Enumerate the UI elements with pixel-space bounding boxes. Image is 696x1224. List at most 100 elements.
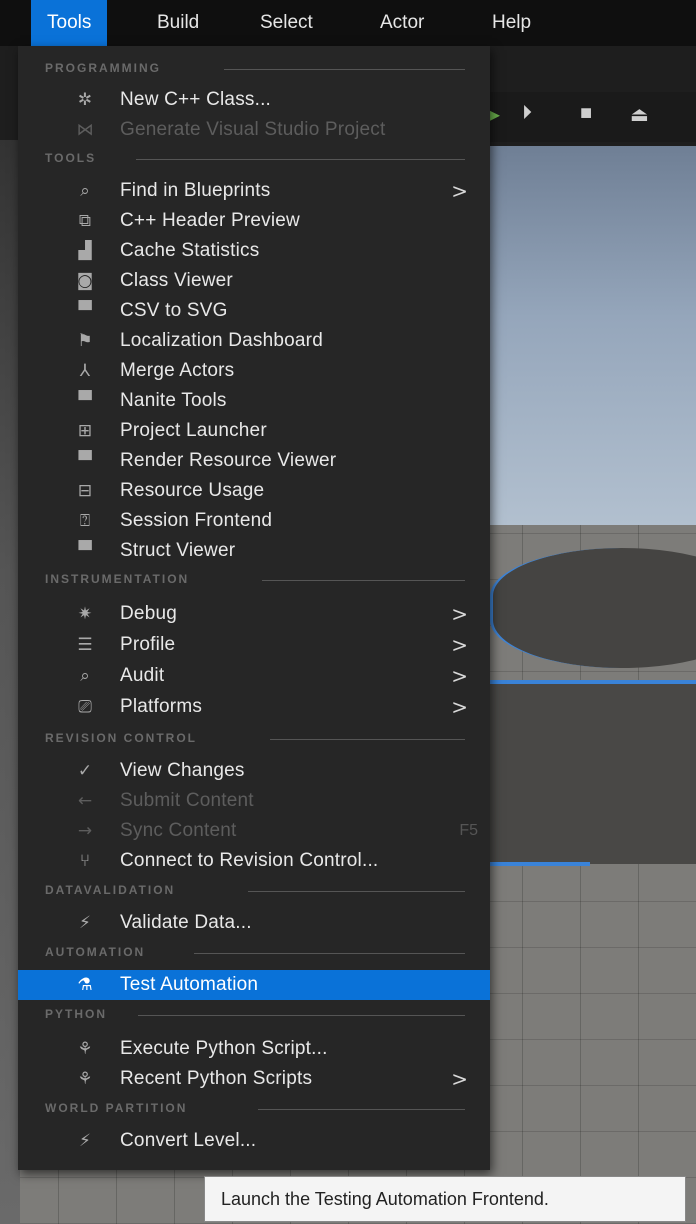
section-divider bbox=[258, 1109, 465, 1110]
menu-item-convert-level[interactable]: ⚡ Convert Level... bbox=[18, 1126, 490, 1156]
python-icon: ⚘ bbox=[77, 1039, 93, 1059]
menu-item-label: Merge Actors bbox=[120, 360, 235, 381]
menu-item-struct-viewer[interactable]: ▀ Struct Viewer bbox=[18, 536, 490, 566]
submenu-arrow-icon: > bbox=[451, 1067, 468, 1091]
menu-item-label: Project Launcher bbox=[120, 420, 267, 441]
menu-item-label: Struct Viewer bbox=[120, 540, 236, 561]
section-instrumentation: INSTRUMENTATION bbox=[18, 567, 490, 593]
menu-item-label: C++ Header Preview bbox=[120, 210, 300, 231]
menu-item-label: Profile bbox=[120, 634, 176, 655]
platforms-icon: ⎚ bbox=[78, 697, 92, 717]
submenu-arrow-icon: > bbox=[451, 602, 468, 626]
arrow-left-icon: ← bbox=[77, 791, 93, 811]
menu-item-csv-to-svg[interactable]: ▀ CSV to SVG bbox=[18, 296, 490, 326]
section-divider bbox=[224, 69, 465, 70]
menu-item-cache-statistics[interactable]: ▟ Cache Statistics bbox=[18, 236, 490, 266]
menu-item-execute-python-script[interactable]: ⚘ Execute Python Script... bbox=[18, 1034, 490, 1064]
bar-chart-icon: ▟ bbox=[78, 241, 92, 261]
menu-item-project-launcher[interactable]: ⊞ Project Launcher bbox=[18, 416, 490, 446]
submenu-arrow-icon: > bbox=[451, 633, 468, 657]
session-icon: ⍰ bbox=[79, 511, 91, 531]
menu-item-label: Recent Python Scripts bbox=[120, 1068, 313, 1089]
cpp-class-icon: ✲ bbox=[77, 90, 93, 110]
validate-icon: ⚡ bbox=[79, 1131, 91, 1151]
menu-item-render-resource-viewer[interactable]: ▀ Render Resource Viewer bbox=[18, 446, 490, 476]
play-icon[interactable]: ▸ bbox=[490, 102, 500, 127]
eject-icon[interactable]: ⏏ bbox=[630, 102, 649, 127]
menu-item-label: Execute Python Script... bbox=[120, 1038, 328, 1059]
menu-item-label: View Changes bbox=[120, 760, 245, 781]
section-datavalidation: DATAVALIDATION bbox=[18, 878, 490, 904]
validate-icon: ⚡ bbox=[79, 913, 91, 933]
tooltip: Launch the Testing Automation Frontend. bbox=[204, 1176, 686, 1222]
dark-platform bbox=[490, 548, 696, 668]
menu-item-class-viewer[interactable]: ◙ Class Viewer bbox=[18, 266, 490, 296]
table-icon: ⊟ bbox=[77, 481, 93, 501]
menu-item-platforms[interactable]: ⎚ Platforms > bbox=[18, 692, 490, 722]
menu-actor[interactable]: Actor bbox=[364, 0, 440, 46]
profile-icon: ☰ bbox=[77, 635, 93, 655]
audit-icon: ⌕ bbox=[80, 666, 90, 686]
menu-build[interactable]: Build bbox=[141, 0, 215, 46]
menu-item-generate-vs-project[interactable]: ⋈ Generate Visual Studio Project bbox=[18, 115, 490, 145]
tab-window-icon: ▀ bbox=[78, 451, 92, 471]
menu-item-test-automation[interactable]: ⚗ Test Automation bbox=[18, 970, 490, 1000]
section-divider bbox=[262, 580, 465, 581]
menu-item-view-changes[interactable]: ✓ View Changes bbox=[18, 756, 490, 786]
menu-item-profile[interactable]: ☰ Profile > bbox=[18, 630, 490, 660]
test-flask-icon: ⚗ bbox=[77, 975, 93, 995]
section-label: AUTOMATION bbox=[45, 945, 146, 959]
submenu-arrow-icon: > bbox=[451, 695, 468, 719]
python-recent-icon: ⚘ bbox=[77, 1069, 93, 1089]
section-label: PYTHON bbox=[45, 1007, 108, 1021]
section-label: DATAVALIDATION bbox=[45, 883, 176, 897]
find-blueprints-icon: ⌕ bbox=[80, 181, 90, 201]
step-icon[interactable]: ⏵ bbox=[522, 102, 532, 125]
menu-item-find-in-blueprints[interactable]: ⌕ Find in Blueprints > bbox=[18, 176, 490, 206]
visual-studio-icon: ⋈ bbox=[76, 120, 94, 140]
submenu-arrow-icon: > bbox=[451, 179, 468, 203]
section-label: REVISION CONTROL bbox=[45, 731, 198, 745]
menu-item-label: Localization Dashboard bbox=[120, 330, 323, 351]
menu-item-new-cpp-class[interactable]: ✲ New C++ Class... bbox=[18, 85, 490, 115]
tab-window-icon: ▀ bbox=[78, 391, 92, 411]
menu-item-cpp-header-preview[interactable]: ⧉ C++ Header Preview bbox=[18, 206, 490, 236]
section-label: WORLD PARTITION bbox=[45, 1101, 188, 1115]
play-controls: ▸ ⏵ ■ ⏏ bbox=[490, 92, 696, 142]
menu-help[interactable]: Help bbox=[476, 0, 547, 46]
section-world-partition: WORLD PARTITION bbox=[18, 1096, 490, 1122]
stop-icon[interactable]: ■ bbox=[580, 102, 592, 125]
menu-item-resource-usage[interactable]: ⊟ Resource Usage bbox=[18, 476, 490, 506]
menu-item-submit-content[interactable]: ← Submit Content bbox=[18, 786, 490, 816]
menu-tools[interactable]: Tools bbox=[31, 0, 108, 46]
section-divider bbox=[136, 159, 465, 160]
menu-item-merge-actors[interactable]: ⅄ Merge Actors bbox=[18, 356, 490, 386]
menu-item-label: Nanite Tools bbox=[120, 390, 227, 411]
selection-outline bbox=[490, 862, 590, 866]
menu-item-nanite-tools[interactable]: ▀ Nanite Tools bbox=[18, 386, 490, 416]
shortcut-label: F5 bbox=[459, 822, 478, 839]
section-label: TOOLS bbox=[45, 151, 97, 165]
menu-item-validate-data[interactable]: ⚡ Validate Data... bbox=[18, 908, 490, 938]
section-label: INSTRUMENTATION bbox=[45, 572, 190, 586]
section-revision-control: REVISION CONTROL bbox=[18, 726, 490, 752]
menu-item-label: Class Viewer bbox=[120, 270, 233, 291]
menu-item-sync-content[interactable]: → Sync Content F5 bbox=[18, 816, 490, 846]
section-divider bbox=[248, 891, 465, 892]
section-automation: AUTOMATION bbox=[18, 940, 490, 966]
tools-dropdown-menu: PROGRAMMING ✲ New C++ Class... ⋈ Generat… bbox=[18, 46, 490, 1170]
menu-item-label: Sync Content bbox=[120, 820, 237, 841]
menu-item-localization-dashboard[interactable]: ⚑ Localization Dashboard bbox=[18, 326, 490, 356]
menu-item-label: CSV to SVG bbox=[120, 300, 228, 321]
selection-outline bbox=[490, 680, 696, 684]
header-preview-icon: ⧉ bbox=[78, 211, 92, 231]
menu-item-audit[interactable]: ⌕ Audit > bbox=[18, 661, 490, 691]
menu-item-label: Validate Data... bbox=[120, 912, 252, 933]
viewport-left-edge bbox=[0, 140, 20, 1224]
menu-item-recent-python-scripts[interactable]: ⚘ Recent Python Scripts > bbox=[18, 1064, 490, 1094]
menu-select[interactable]: Select bbox=[244, 0, 329, 46]
menu-item-connect-revision-control[interactable]: ⑂ Connect to Revision Control... bbox=[18, 846, 490, 876]
section-tools: TOOLS bbox=[18, 146, 490, 172]
menu-item-debug[interactable]: ✷ Debug > bbox=[18, 599, 490, 629]
menu-item-session-frontend[interactable]: ⍰ Session Frontend bbox=[18, 506, 490, 536]
